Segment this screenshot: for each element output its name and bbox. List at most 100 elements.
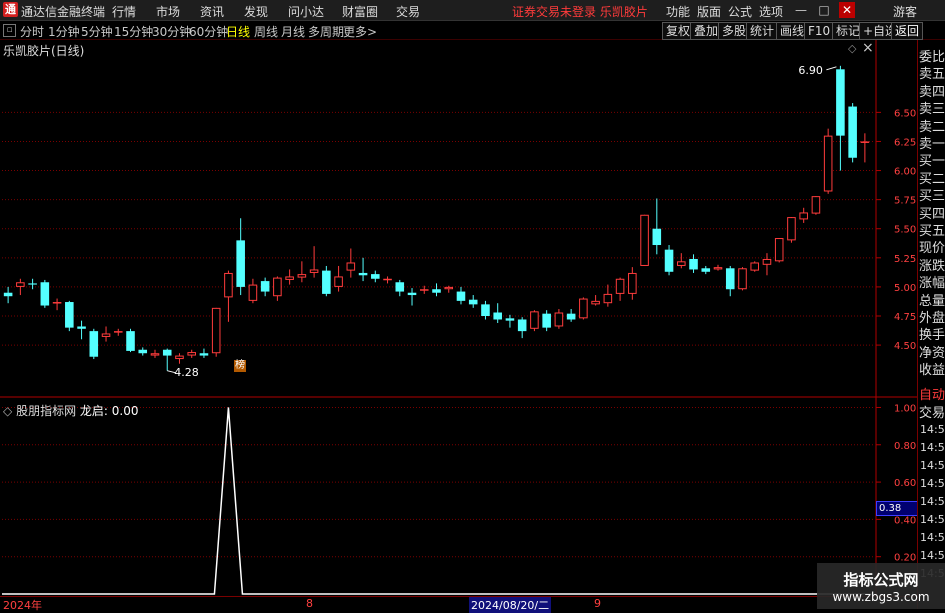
watermark-title: 指标公式网 xyxy=(843,571,919,589)
candle-body xyxy=(28,283,37,285)
candle-body xyxy=(358,272,368,276)
candle-body xyxy=(236,240,245,287)
candle-body xyxy=(77,326,86,329)
candle-body xyxy=(713,267,723,270)
price-axis: 6.50 6.25 6.00 5.75 5.50 5.25 5.00 4.75 4.50 xyxy=(894,108,916,352)
candle-body xyxy=(444,286,454,290)
candle-body xyxy=(615,278,625,294)
ranking-badge-icon[interactable]: 榜 xyxy=(234,360,246,372)
indicator-tick-label: 0.60 xyxy=(894,478,916,489)
date-axis-year: 2024年 xyxy=(3,599,42,612)
candle-body xyxy=(530,311,539,329)
price-tick-label: 6.00 xyxy=(894,167,916,178)
right-panel-divider xyxy=(917,40,918,609)
high-price-label: 6.90 xyxy=(798,63,823,77)
candle-body xyxy=(689,258,698,270)
candle-body xyxy=(468,299,478,305)
price-tick-label: 5.00 xyxy=(894,283,916,294)
candle-body xyxy=(101,333,111,337)
date-axis-aug: 8 xyxy=(306,597,313,610)
high-label-leader xyxy=(826,66,837,71)
candle-body xyxy=(628,272,637,294)
indicator-tick-label: 1.00 xyxy=(894,403,916,414)
watermark: 指标公式网 www.zbgs3.com xyxy=(817,563,945,609)
candle-body xyxy=(701,268,711,272)
candle-body xyxy=(762,258,772,265)
indicator-tick-label: 0.40 xyxy=(894,515,916,526)
indicator-toggle-icon[interactable]: ◇ xyxy=(3,404,12,418)
tick-time: 14:56 xyxy=(920,549,945,562)
candle-body xyxy=(175,355,184,360)
tick-time: 14:56 xyxy=(920,459,945,472)
indicator-series xyxy=(2,407,873,595)
candle-body xyxy=(738,268,747,290)
candle-body xyxy=(52,302,62,304)
candle-body xyxy=(823,135,833,192)
candle-body xyxy=(579,298,588,319)
candle-body xyxy=(640,214,649,266)
candle-body xyxy=(787,217,796,241)
indicator-name: 股朋指标网 xyxy=(16,404,77,418)
candle-body xyxy=(40,282,50,306)
candle-body xyxy=(542,313,551,328)
candle-body xyxy=(652,228,662,246)
candle-body xyxy=(113,331,123,333)
indicator-label-row: ◇ 股朋指标网 龙启: 0.00 xyxy=(3,402,138,419)
chart-grid xyxy=(0,40,917,596)
candle-body xyxy=(199,353,209,356)
chart-canvas: 6.50 6.25 6.00 5.75 5.50 5.25 5.00 4.75 4.50 1.0… xyxy=(0,40,917,596)
price-tick-label: 4.75 xyxy=(894,312,916,323)
candle-body xyxy=(505,318,515,321)
candle-body xyxy=(407,292,417,296)
candle-body xyxy=(346,262,356,271)
candle-body xyxy=(419,289,429,291)
price-tick-label: 5.50 xyxy=(894,225,916,236)
candle-body xyxy=(297,274,307,278)
candle-body xyxy=(750,262,760,271)
candle-body xyxy=(481,304,490,316)
candle-body xyxy=(554,312,564,327)
candle-body xyxy=(3,292,13,297)
candle-body xyxy=(211,307,221,354)
indicator-current-value: 0.38 xyxy=(876,501,918,516)
price-tick-label: 5.25 xyxy=(894,254,916,265)
candle-body xyxy=(371,274,380,279)
candle-body xyxy=(591,300,600,305)
price-tick-label: 4.50 xyxy=(894,341,916,352)
tick-time: 14:56 xyxy=(920,513,945,526)
watermark-url: www.zbgs3.com xyxy=(832,590,930,604)
candle-body xyxy=(860,141,870,143)
candle-body xyxy=(150,353,160,356)
indicator-tick-label: 0.80 xyxy=(894,441,916,452)
tick-time: 14:56 xyxy=(920,531,945,544)
candle-body xyxy=(517,319,527,332)
candle-body xyxy=(126,331,135,351)
date-axis-sep: 9 xyxy=(594,597,601,610)
candle-body xyxy=(89,331,99,357)
candle-body xyxy=(248,284,258,301)
candle-body xyxy=(334,276,343,287)
candle-body xyxy=(456,291,466,301)
date-axis-selected: 2024/08/20/二 xyxy=(469,597,552,613)
candle-body xyxy=(16,282,25,287)
indicator-axis: 1.000.800.600.400.20 xyxy=(894,403,916,563)
candle-body xyxy=(395,282,405,292)
quote-label: 收益 xyxy=(919,363,945,379)
candle-body xyxy=(774,238,784,262)
candle-body xyxy=(799,212,808,220)
candle-body xyxy=(65,302,74,328)
price-tick-label: 6.50 xyxy=(894,108,916,119)
trade-label[interactable]: 交易 xyxy=(919,402,945,421)
price-tick-label: 6.25 xyxy=(894,137,916,148)
candlestick-series xyxy=(3,65,870,374)
candle-body xyxy=(383,278,392,281)
tick-time: 14:56 xyxy=(920,441,945,454)
candle-body xyxy=(493,312,502,320)
candle-body xyxy=(162,349,172,356)
tick-time: 14:56 xyxy=(920,495,945,508)
candle-body xyxy=(187,352,196,356)
auto-label[interactable]: 自动 xyxy=(919,384,945,403)
candle-body xyxy=(432,289,441,293)
date-axis-line xyxy=(0,596,917,597)
candle-body xyxy=(260,281,270,292)
